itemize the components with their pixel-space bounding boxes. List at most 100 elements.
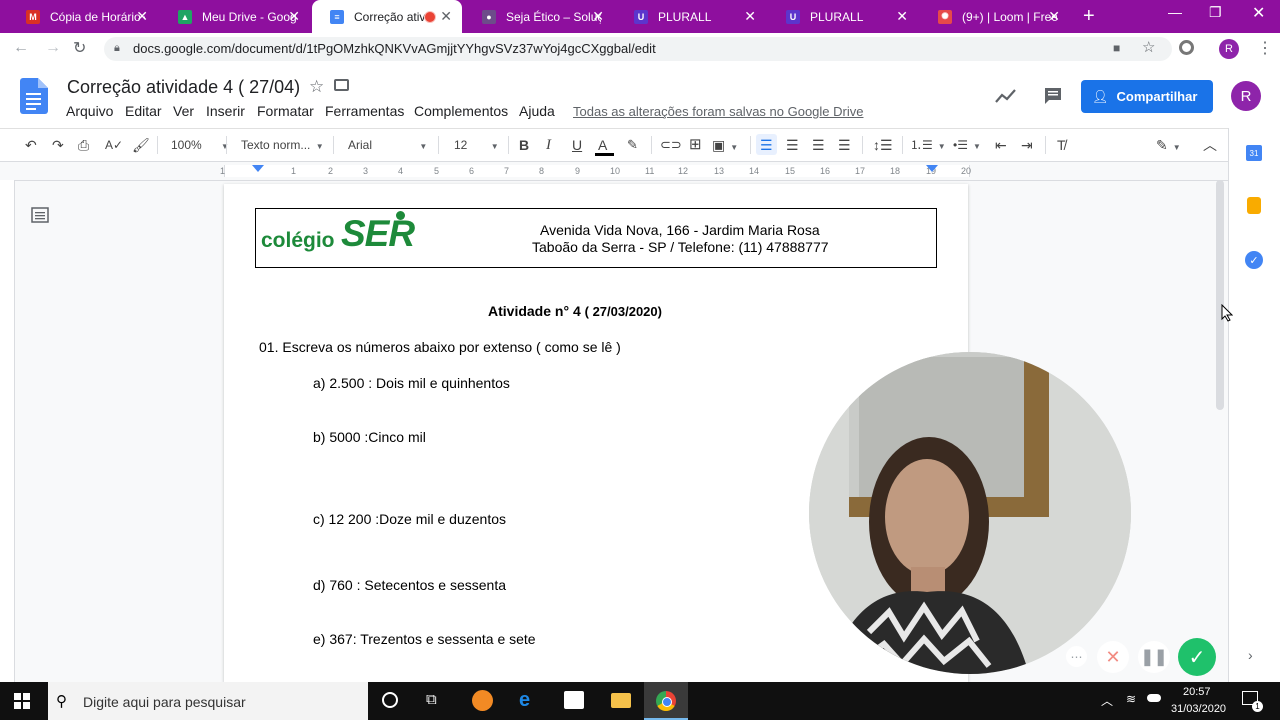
taskbar-search-placeholder[interactable]: Digite aqui para pesquisar — [83, 694, 246, 710]
link-icon[interactable]: ⊂⊃ — [660, 137, 682, 153]
url-text[interactable]: docs.google.com/document/d/1tPgOMzhkQNKV… — [133, 41, 656, 56]
align-right-icon[interactable]: ☰ — [812, 137, 825, 153]
tasks-icon[interactable]: ✓ — [1245, 251, 1263, 269]
menu-arquivo[interactable]: Arquivo — [66, 103, 113, 119]
underline-icon[interactable]: U — [572, 137, 582, 153]
docs-logo-icon[interactable] — [20, 78, 48, 114]
menu-ajuda[interactable]: Ajuda — [519, 103, 555, 119]
tab-close-icon[interactable]: ✕ — [440, 8, 452, 25]
cortana-icon[interactable] — [382, 692, 398, 708]
menu-ferramentas[interactable]: Ferramentas — [325, 103, 404, 119]
align-justify-icon[interactable]: ☰ — [838, 137, 851, 153]
bulleted-list-icon[interactable]: •☰ ▼ — [953, 137, 981, 155]
insert-image-icon[interactable]: ▣ ▼ — [712, 137, 738, 156]
task-view-icon[interactable]: ⧉ — [426, 691, 437, 708]
activity-dashboard-icon[interactable] — [995, 88, 1017, 104]
browser-tab[interactable]: ✺ (9+) | Loom | Free ✕ — [920, 0, 1070, 33]
add-comment-icon[interactable]: ⊞ — [689, 137, 702, 153]
browser-tab[interactable]: M Cópia de Horário d ✕ — [8, 0, 158, 33]
loom-cancel-button[interactable]: ✕ — [1097, 641, 1129, 673]
font-size-select[interactable]: 12 ▼ — [454, 138, 499, 152]
text-color-icon[interactable]: A — [598, 137, 607, 153]
file-explorer-icon[interactable] — [611, 693, 631, 708]
menu-formatar[interactable]: Formatar — [257, 103, 314, 119]
firefox-app-icon[interactable] — [472, 690, 493, 711]
vertical-scrollbar[interactable] — [1216, 180, 1224, 410]
italic-icon[interactable]: I — [546, 137, 551, 153]
vertical-ruler[interactable] — [0, 180, 15, 682]
loom-more-button[interactable]: ⋯ — [1066, 646, 1087, 667]
forward-icon[interactable]: → — [45, 39, 61, 57]
document-title[interactable]: Correção atividade 4 ( 27/04) — [67, 77, 300, 98]
back-icon[interactable]: ← — [13, 39, 29, 57]
camera-icon[interactable]: ■ — [1113, 41, 1120, 55]
browser-profile-avatar[interactable]: R — [1219, 39, 1239, 59]
browser-tab[interactable]: U PLURALL ✕ — [616, 0, 766, 33]
restore-icon[interactable]: ❐ — [1209, 4, 1222, 21]
hide-menus-icon[interactable]: ︿ — [1203, 137, 1217, 153]
lock-icon[interactable]: 🔒︎ — [114, 42, 120, 55]
webcam-bubble[interactable] — [809, 352, 1131, 674]
menu-inserir[interactable]: Inserir — [206, 103, 245, 119]
wifi-icon[interactable]: ≋ — [1126, 692, 1136, 706]
expand-panel-icon[interactable]: › — [1248, 647, 1253, 663]
menu-ver[interactable]: Ver — [173, 103, 194, 119]
clear-formatting-icon[interactable]: T̸ — [1057, 137, 1066, 153]
tab-close-icon[interactable]: ✕ — [744, 8, 756, 25]
tab-close-icon[interactable]: ✕ — [136, 8, 148, 25]
tray-expand-icon[interactable]: ︿ — [1101, 692, 1113, 709]
spellcheck-icon[interactable]: A✓ — [105, 137, 123, 153]
windows-start-icon[interactable] — [14, 693, 30, 709]
align-left-icon[interactable]: ☰ — [760, 137, 773, 153]
bookmark-star-icon[interactable]: ☆ — [1142, 38, 1155, 56]
move-folder-icon[interactable] — [334, 79, 349, 91]
clock-date[interactable]: 31/03/2020 — [1171, 703, 1226, 715]
decrease-indent-icon[interactable]: ⇤ — [995, 137, 1007, 153]
new-tab-button[interactable]: + — [1083, 0, 1095, 33]
reload-icon[interactable]: ↻ — [73, 38, 86, 58]
increase-indent-icon[interactable]: ⇥ — [1021, 137, 1033, 153]
tab-close-icon[interactable]: ✕ — [288, 8, 300, 25]
account-avatar[interactable]: R — [1231, 81, 1261, 111]
menu-complementos[interactable]: Complementos — [414, 103, 508, 119]
minimize-icon[interactable]: — — [1168, 4, 1182, 20]
save-status[interactable]: Todas as alterações foram salvas no Goog… — [573, 104, 863, 119]
numbered-list-icon[interactable]: ⒈☰ ▼ — [910, 137, 946, 155]
onedrive-icon[interactable] — [1147, 694, 1161, 702]
paint-format-icon[interactable]: 🖌︎ — [132, 137, 150, 153]
calendar-icon[interactable]: 31 — [1246, 145, 1262, 161]
undo-icon[interactable]: ↶ — [25, 137, 37, 153]
zoom-select[interactable]: 100% ▼ — [171, 138, 229, 152]
line-spacing-icon[interactable]: ↕☰ — [873, 137, 893, 153]
editing-mode-icon[interactable]: ✎ ▼ — [1156, 137, 1181, 156]
extension-icon[interactable] — [1179, 40, 1194, 55]
clock-time[interactable]: 20:57 — [1183, 686, 1211, 698]
browser-tab[interactable]: ● Seja Ético – Soluç ✕ — [464, 0, 614, 33]
keep-icon[interactable] — [1247, 197, 1261, 214]
right-indent-marker-icon[interactable] — [926, 165, 938, 175]
browser-menu-icon[interactable]: ⋮ — [1257, 38, 1273, 58]
align-center-icon[interactable]: ☰ — [786, 137, 799, 153]
tab-close-icon[interactable]: ✕ — [896, 8, 908, 25]
loom-finish-button[interactable]: ✓ — [1178, 638, 1216, 676]
store-app-icon[interactable] — [564, 691, 584, 709]
close-window-icon[interactable]: ✕ — [1252, 3, 1265, 23]
tab-close-icon[interactable]: ✕ — [592, 8, 604, 25]
print-icon[interactable]: ⎙ — [78, 137, 89, 153]
edge-app-icon[interactable]: e — [519, 689, 530, 712]
tab-close-icon[interactable]: ✕ — [1048, 8, 1060, 25]
font-select[interactable]: Arial ▼ — [348, 138, 427, 152]
document-outline-icon[interactable] — [31, 207, 49, 223]
comments-icon[interactable] — [1043, 86, 1063, 106]
left-indent-marker-icon[interactable] — [252, 165, 264, 175]
redo-icon[interactable]: ↷ — [52, 137, 64, 153]
browser-tab[interactable]: U PLURALL ✕ — [768, 0, 918, 33]
style-select[interactable]: Texto norm... ▼ — [241, 138, 324, 152]
share-button[interactable]: 👤︎ Compartilhar — [1081, 80, 1213, 113]
highlight-icon[interactable]: ✎ — [627, 137, 638, 153]
menu-editar[interactable]: Editar — [125, 103, 162, 119]
browser-tab[interactable]: ≡ Correção ativid ✕ — [312, 0, 462, 33]
star-icon[interactable]: ☆ — [309, 77, 324, 97]
bold-icon[interactable]: B — [519, 137, 529, 153]
loom-pause-button[interactable]: ❚❚ — [1138, 641, 1170, 673]
